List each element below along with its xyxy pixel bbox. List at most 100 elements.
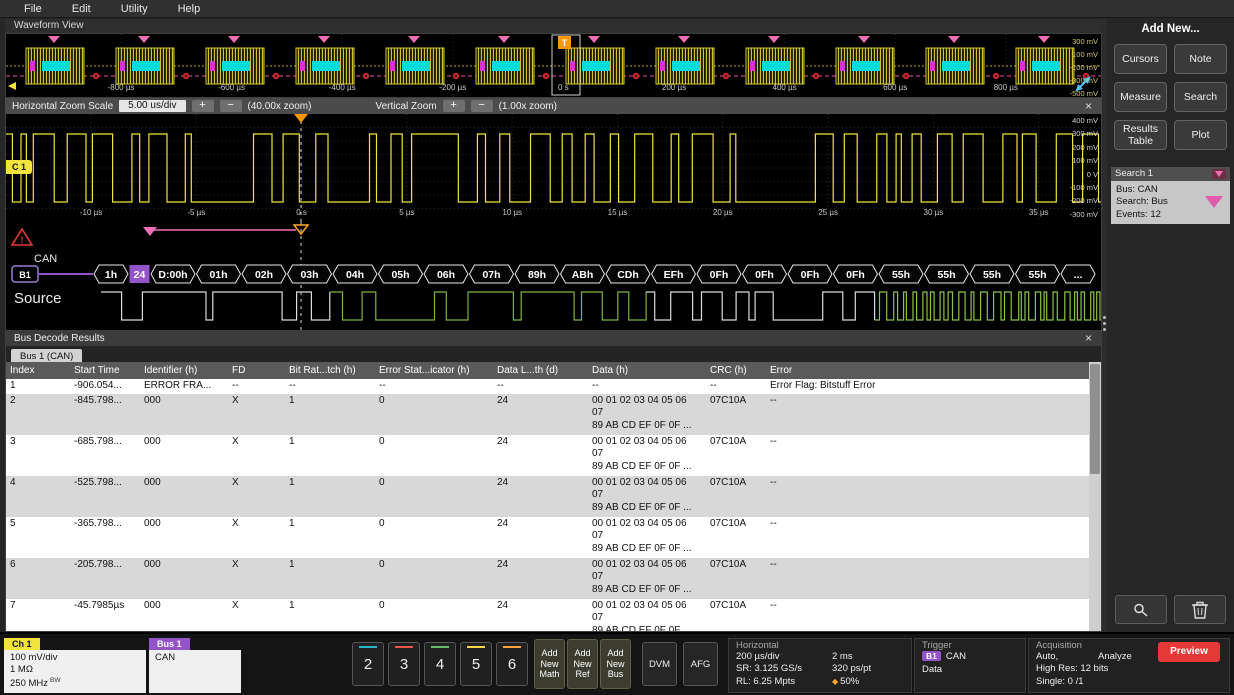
overview-plot[interactable]: T	[6, 34, 1101, 97]
bus-decode-field[interactable]: EFh	[652, 265, 696, 283]
preview-button[interactable]: Preview	[1158, 642, 1220, 662]
scrollbar-thumb[interactable]	[1090, 364, 1100, 474]
add-new-search-button[interactable]: Search	[1174, 82, 1227, 112]
results-row[interactable]: 7-45.7985µs000X102400 01 02 03 04 05 06 …	[6, 599, 1089, 632]
search-event-marker[interactable]	[498, 36, 510, 43]
column-header-7[interactable]: Data (h)	[588, 362, 706, 379]
menu-file[interactable]: File	[24, 3, 42, 15]
bus-decode-field[interactable]: 07h	[470, 265, 514, 283]
delete-button[interactable]	[1174, 595, 1226, 624]
add-new-results-table-button[interactable]: Results Table	[1114, 120, 1167, 150]
bus-decode-field[interactable]: 0Fh	[788, 265, 832, 283]
horizontal-panel[interactable]: Horizontal 200 µs/div 2 ms SR: 3.125 GS/…	[728, 638, 912, 693]
zoom-tool-button[interactable]	[1115, 595, 1167, 624]
results-table-container[interactable]: IndexStart TimeIdentifier (h)FDBit Rat..…	[6, 362, 1089, 631]
column-header-0[interactable]: Index	[6, 362, 70, 379]
search-event-marker[interactable]	[588, 36, 600, 43]
add-new-measure-button[interactable]: Measure	[1114, 82, 1167, 112]
h-zoom-scale-value[interactable]: 5.00 us/div	[119, 100, 185, 112]
search1-body[interactable]: Bus: CAN Search: Bus Events: 12	[1111, 181, 1230, 224]
bus-decode-field[interactable]: 05h	[379, 265, 423, 283]
search-event-marker[interactable]	[948, 36, 960, 43]
add-new-math-button[interactable]: Add New Math	[534, 639, 565, 689]
v-zoom-in-button[interactable]: +	[443, 100, 465, 112]
search-event-marker[interactable]	[678, 36, 690, 43]
bus-decode-field[interactable]: 55h	[970, 265, 1014, 283]
bus1-tab[interactable]: Bus 1	[149, 638, 190, 650]
add-new-ref-button[interactable]: Add New Ref	[567, 639, 598, 689]
menu-utility[interactable]: Utility	[121, 3, 148, 15]
add-new-plot-button[interactable]: Plot	[1174, 120, 1227, 150]
bus-decode-field[interactable]: 55h	[1016, 265, 1060, 283]
bus-decode-field[interactable]: 24	[130, 265, 150, 283]
results-row[interactable]: 1-906.054...ERROR FRA...------------Erro…	[6, 379, 1089, 394]
trigger-panel[interactable]: Trigger B1CAN Data	[914, 638, 1026, 693]
column-header-4[interactable]: Bit Rat...tch (h)	[285, 362, 375, 379]
bus-decode-field[interactable]: 04h	[333, 265, 377, 283]
search-event-marker[interactable]	[48, 36, 60, 43]
bus-decode-field[interactable]: 1h	[94, 265, 128, 283]
bus-decode-field[interactable]: 0Fh	[743, 265, 787, 283]
column-header-9[interactable]: Error	[766, 362, 1089, 379]
v-zoom-out-button[interactable]: −	[471, 100, 493, 112]
search-event-marker[interactable]	[1038, 36, 1050, 43]
bus-decode-plot[interactable]: !CANB11h24D:00h01h02h03h04h05h06h07h89hA…	[6, 222, 1101, 330]
close-results-icon[interactable]: ×	[1082, 332, 1095, 344]
close-zoom-icon[interactable]: ×	[1082, 100, 1095, 112]
channel1-badge[interactable]: C 1	[6, 160, 32, 174]
results-row[interactable]: 2-845.798...000X102400 01 02 03 04 05 06…	[6, 394, 1089, 435]
column-header-5[interactable]: Error Stat...icator (h)	[375, 362, 493, 379]
bus-decode-field[interactable]: ABh	[561, 265, 605, 283]
bus-decode-field[interactable]: 01h	[197, 265, 241, 283]
add-new-cursors-button[interactable]: Cursors	[1114, 44, 1167, 74]
search-event-marker[interactable]	[228, 36, 240, 43]
bus-decode-field[interactable]: 06h	[424, 265, 468, 283]
h-zoom-out-button[interactable]: −	[220, 100, 242, 112]
bus-decode-field[interactable]: 03h	[288, 265, 332, 283]
search-event-marker[interactable]	[138, 36, 150, 43]
channel-2-button[interactable]: 2	[352, 642, 384, 686]
add-new-bus-button[interactable]: Add New Bus	[600, 639, 631, 689]
results-row[interactable]: 3-685.798...000X102400 01 02 03 04 05 06…	[6, 435, 1089, 476]
column-header-6[interactable]: Data L...th (d)	[493, 362, 588, 379]
channel-3-button[interactable]: 3	[388, 642, 420, 686]
channel-5-button[interactable]: 5	[460, 642, 492, 686]
bus-decode-field[interactable]: 02h	[242, 265, 286, 283]
channel-4-button[interactable]: 4	[424, 642, 456, 686]
results-scrollbar[interactable]	[1089, 362, 1101, 631]
bus-decode-field[interactable]: ...	[1061, 265, 1095, 283]
bus-decode-field[interactable]: CDh	[606, 265, 650, 283]
bus-decode-field[interactable]: 55h	[879, 265, 923, 283]
bus-decode-track[interactable]: !CANB11h24D:00h01h02h03h04h05h06h07h89hA…	[5, 222, 1102, 330]
menu-help[interactable]: Help	[178, 3, 201, 15]
bus-decode-field[interactable]: 89h	[515, 265, 559, 283]
search-event-marker[interactable]	[768, 36, 780, 43]
zoom-plot[interactable]	[6, 114, 1101, 222]
add-new-note-button[interactable]: Note	[1174, 44, 1227, 74]
bus-decode-field[interactable]: 55h	[925, 265, 969, 283]
bus-decode-field[interactable]: 0Fh	[834, 265, 878, 283]
expansion-point-marker[interactable]	[294, 114, 308, 123]
results-row[interactable]: 6-205.798...000X102400 01 02 03 04 05 06…	[6, 558, 1089, 599]
dvm-button[interactable]: DVM	[642, 642, 677, 686]
search-event-marker[interactable]	[318, 36, 330, 43]
results-row[interactable]: 4-525.798...000X102400 01 02 03 04 05 06…	[6, 476, 1089, 517]
menu-edit[interactable]: Edit	[72, 3, 91, 15]
column-header-3[interactable]: FD	[228, 362, 285, 379]
search-event-marker[interactable]	[858, 36, 870, 43]
search-event-marker[interactable]	[408, 36, 420, 43]
bus-decode-field[interactable]: D:00h	[151, 265, 195, 283]
column-header-2[interactable]: Identifier (h)	[140, 362, 228, 379]
column-header-8[interactable]: CRC (h)	[706, 362, 766, 379]
column-header-1[interactable]: Start Time	[70, 362, 140, 379]
waveform-overview[interactable]: T -800 µs-600 µs-400 µs-200 µs0 s200 µs4…	[5, 33, 1102, 98]
bus-decode-field[interactable]: 0Fh	[697, 265, 741, 283]
channel1-tab[interactable]: Ch 1	[4, 638, 40, 650]
bus1-status-card[interactable]: Bus 1 CAN	[149, 638, 241, 693]
channel1-status-card[interactable]: Ch 1 100 mV/div 1 MΩ 250 MHzBW	[4, 638, 146, 693]
channel-6-button[interactable]: 6	[496, 642, 528, 686]
search-marker[interactable]	[143, 227, 157, 236]
results-row[interactable]: 5-365.798...000X102400 01 02 03 04 05 06…	[6, 517, 1089, 558]
tab-bus1-can[interactable]: Bus 1 (CAN)	[11, 349, 82, 363]
h-zoom-in-button[interactable]: +	[192, 100, 214, 112]
